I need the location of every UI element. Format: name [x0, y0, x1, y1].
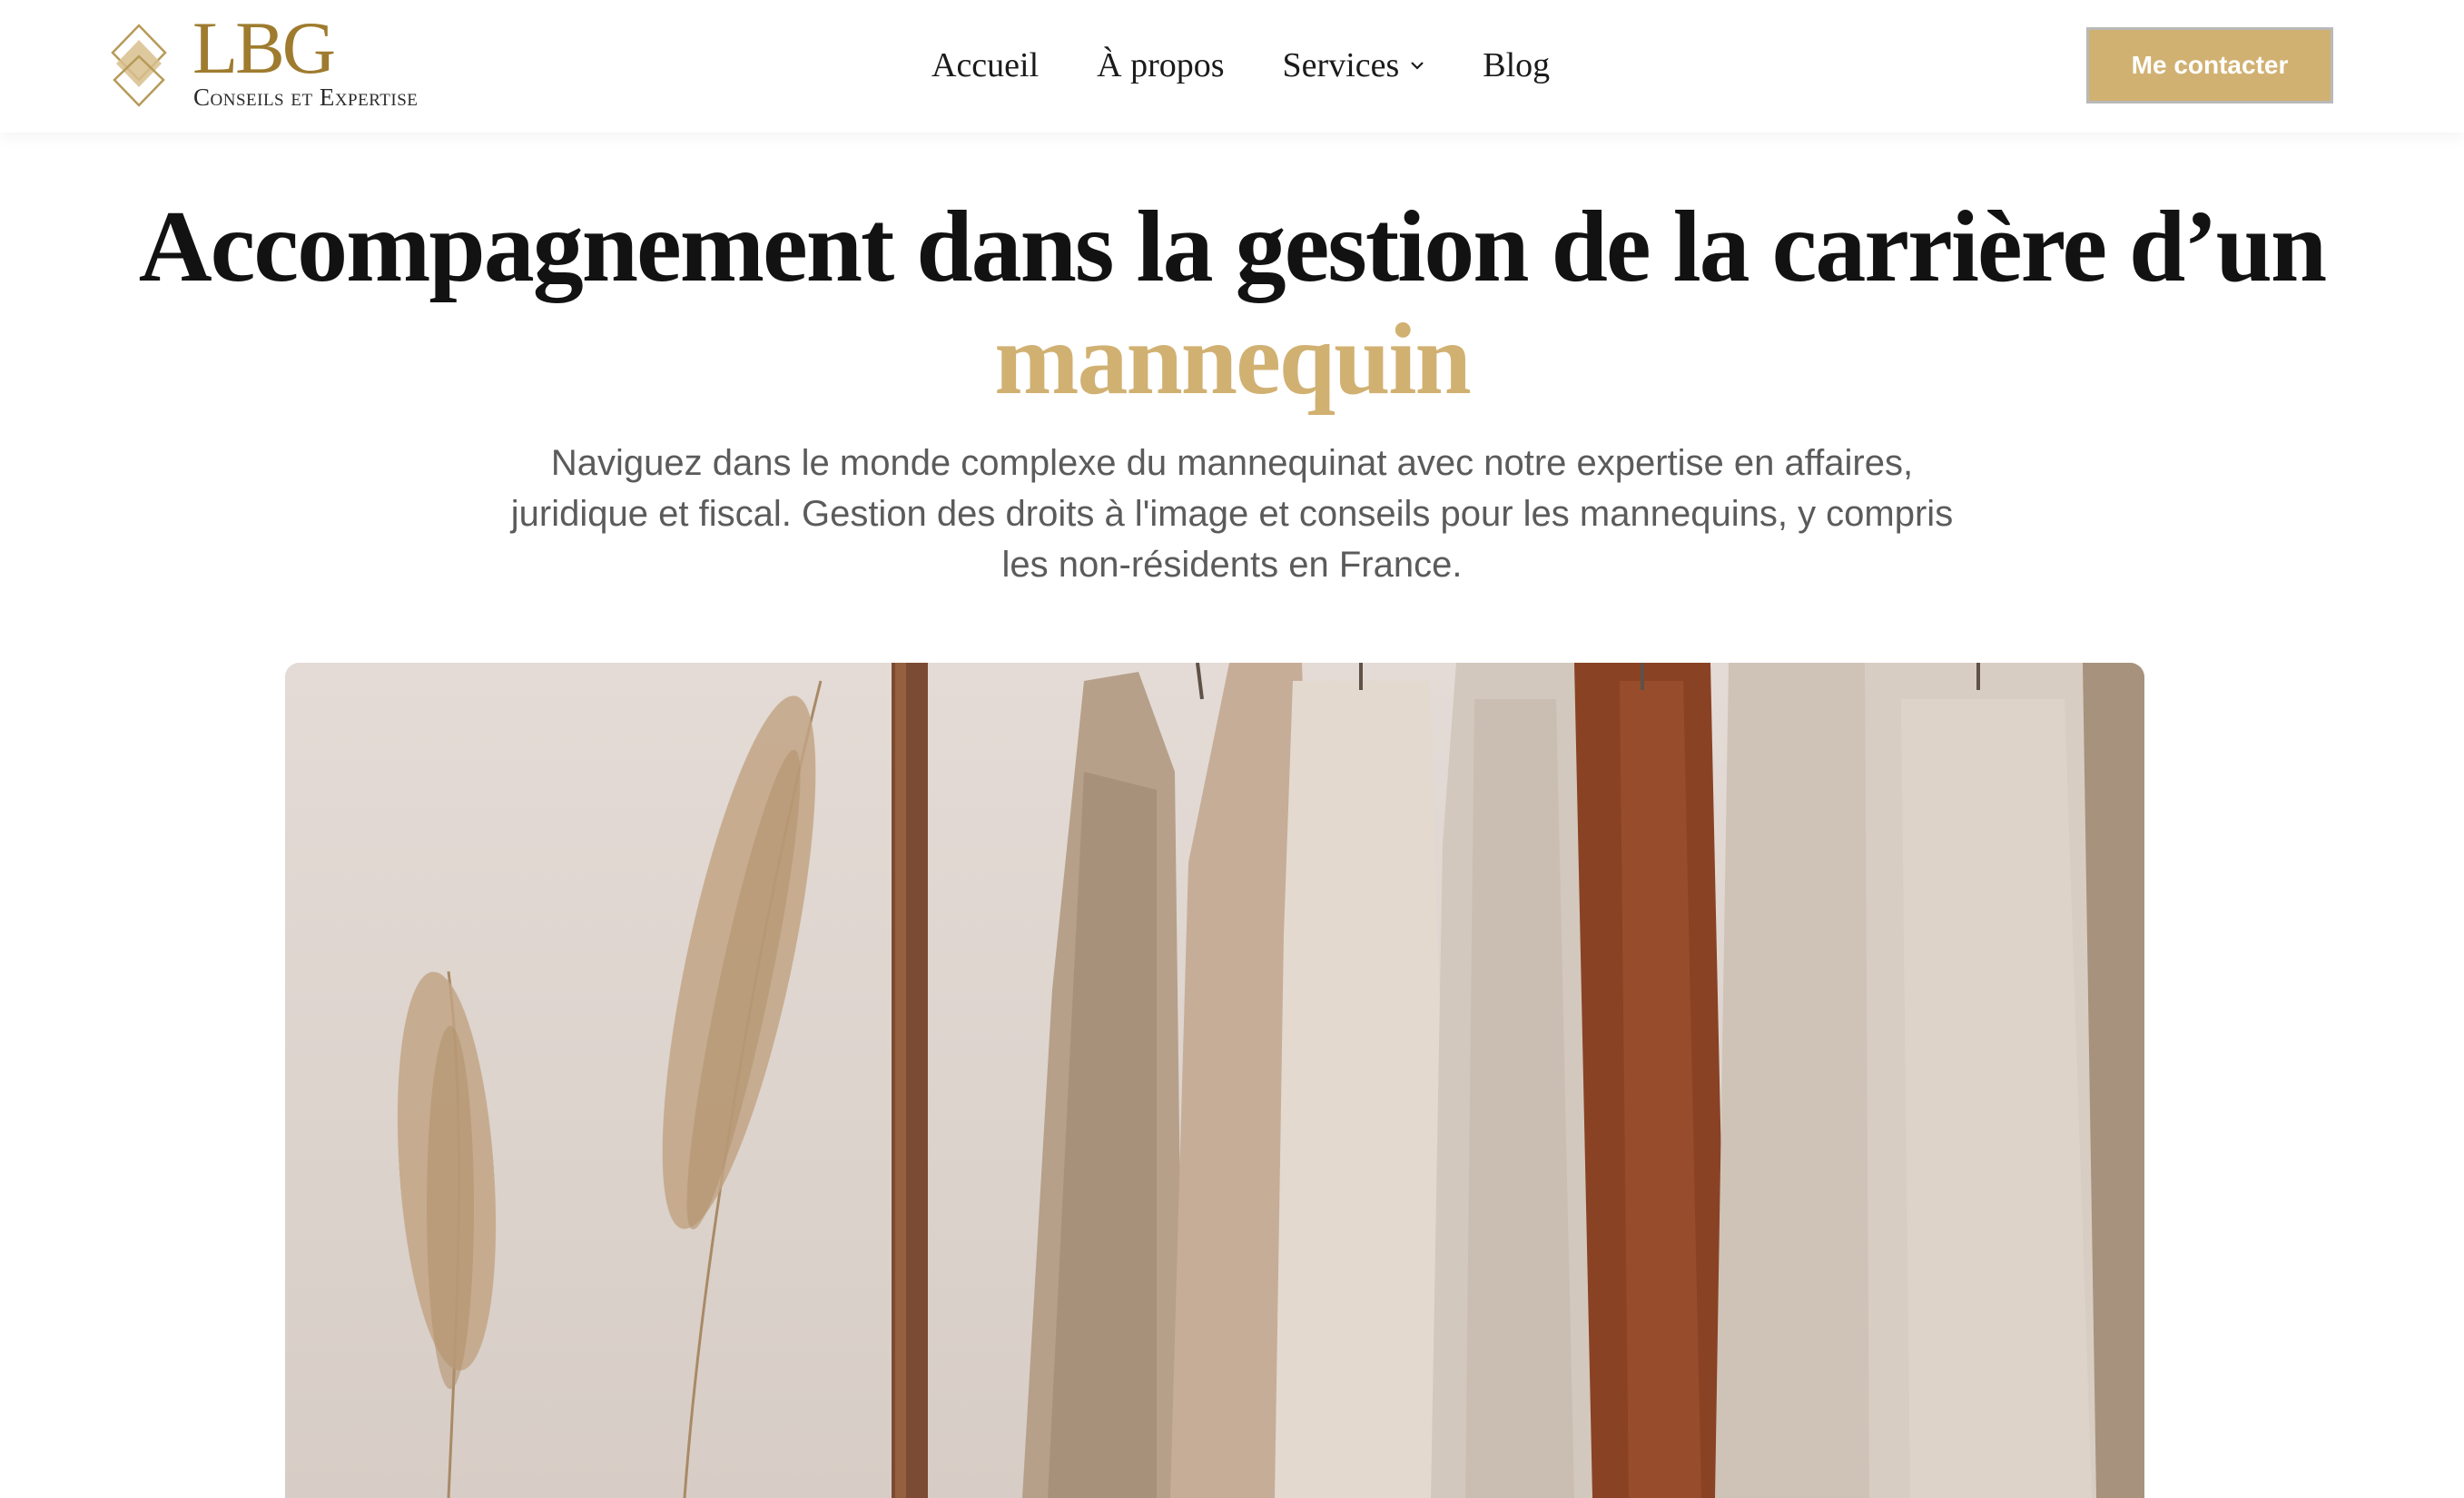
nav-item-services-label: Services — [1282, 46, 1400, 84]
site-header: LBG Conseils et Expertise Accueil À prop… — [0, 0, 2464, 133]
main-nav: Accueil À propos Services Blog — [931, 38, 1550, 93]
contact-button[interactable]: Me contacter — [2086, 27, 2333, 103]
page-title-main: Accompagnement dans la gestion de la car… — [138, 191, 2327, 303]
nav-item-blog[interactable]: Blog — [1483, 45, 1550, 85]
diamond-logo-icon — [111, 24, 167, 107]
clothing-rack-illustration — [285, 663, 2144, 1498]
logo-tagline: Conseils et Expertise — [193, 84, 419, 111]
brand-logo[interactable]: LBG Conseils et Expertise — [107, 11, 452, 118]
hero-subtitle: Naviguez dans le monde complexe du manne… — [510, 443, 1954, 585]
nav-item-accueil[interactable]: Accueil — [931, 45, 1039, 85]
nav-item-a-propos[interactable]: À propos — [1097, 45, 1224, 85]
nav-item-services[interactable]: Services — [1283, 45, 1425, 85]
page-title-accent: mannequin — [994, 303, 1472, 416]
chevron-down-icon — [1411, 62, 1424, 70]
logo-wordmark: LBG — [192, 6, 336, 89]
page-title: Accompagnement dans la gestion de la car… — [0, 191, 2464, 416]
hero-image — [285, 663, 2144, 1498]
